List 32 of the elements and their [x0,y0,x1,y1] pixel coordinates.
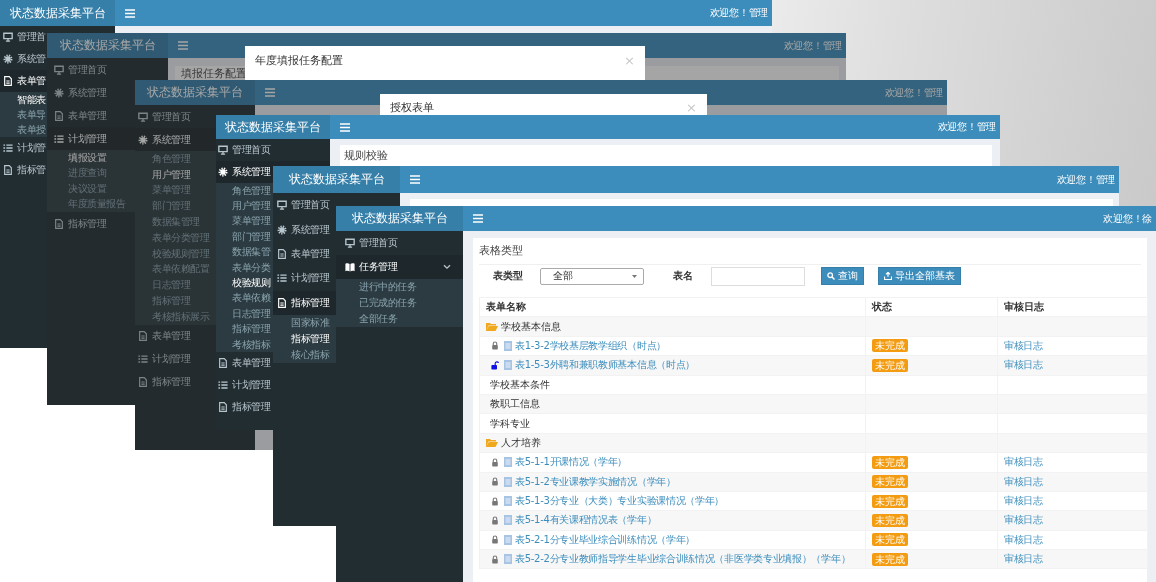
field-label: 表类型 [493,269,523,283]
app-title: 状态数据采集平台 [0,0,115,26]
status-badge: 未完成 [872,455,908,469]
category-label: 学校基本条件 [489,378,550,390]
category-label: 学科专业 [489,417,530,429]
welcome-text: 欢迎您！管理 [937,120,996,134]
app-title: 状态数据采集平台 [336,206,463,231]
card-title: 规则校验 [343,148,389,164]
app-title: 状态数据采集平台 [47,33,168,58]
status-badge: 未完成 [872,533,908,547]
column-header: 表单名称 [486,301,526,313]
welcome-text: 欢迎您！管理 [783,38,842,53]
category-label: 教职工信息 [489,398,540,410]
status-badge: 未完成 [872,339,908,353]
app-title: 状态数据采集平台 [273,166,400,193]
status-badge: 未完成 [872,475,908,489]
welcome-text: 欢迎您！徐 [1103,211,1152,226]
status-badge: 未完成 [872,514,908,527]
column-header: 状态 [872,301,892,313]
dialog-title: 授权表单 [390,102,434,114]
status-badge: 未完成 [872,552,908,566]
dialog-title: 年度填报任务配置 [255,55,343,67]
welcome-text: 欢迎您！管理 [884,85,943,100]
column-header: 审核日志 [1004,301,1044,313]
app-title: 状态数据采集平台 [135,80,255,105]
welcome-text: 欢迎您！管理 [1056,172,1115,187]
field-label: 表名 [673,269,693,283]
card-title: 表格类型 [479,238,1141,265]
status-badge: 未完成 [872,358,908,372]
status-badge: 未完成 [872,494,908,508]
welcome-text: 欢迎您！管理 [709,6,768,20]
app-title: 状态数据采集平台 [216,115,330,139]
